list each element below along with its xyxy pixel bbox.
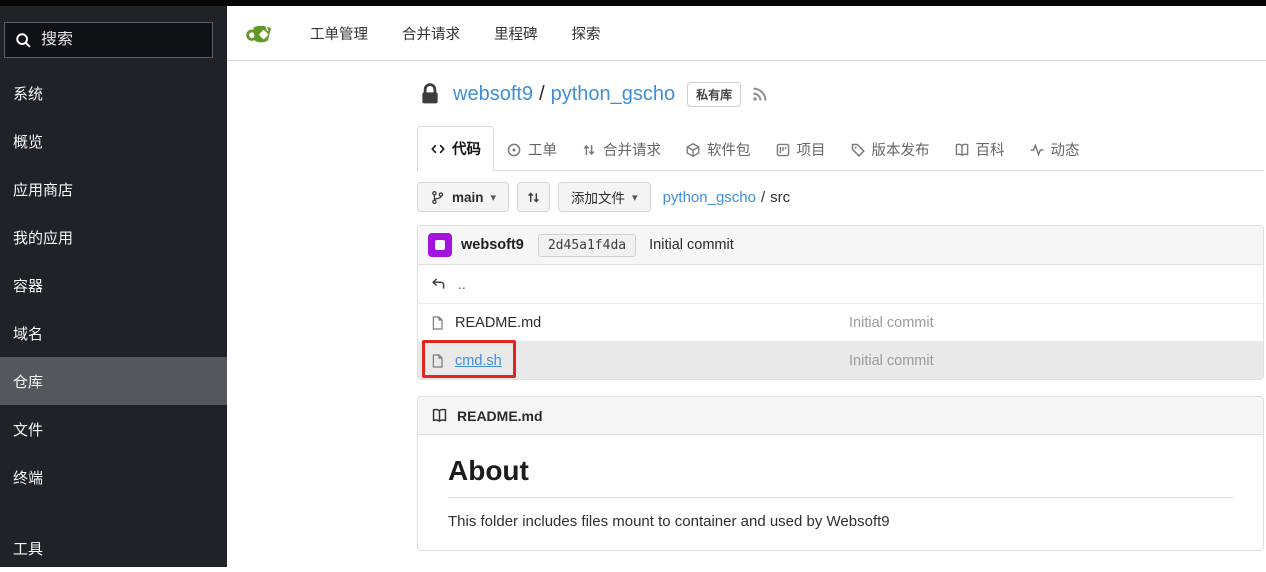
repo-title: websoft9 / python_gscho <box>453 83 675 106</box>
git-compare-icon <box>526 190 541 205</box>
pull-request-icon <box>581 142 597 158</box>
tab-packages[interactable]: 软件包 <box>673 128 763 171</box>
activity-icon <box>1029 142 1045 158</box>
chevron-down-icon: ▾ <box>632 191 638 204</box>
chevron-down-icon: ▾ <box>491 191 497 204</box>
parent-directory-row[interactable]: .. <box>418 265 1263 303</box>
sidebar-item-terminal[interactable]: 终端 <box>0 453 227 501</box>
repo-content: websoft9/python_gscho 私有库 代码 工单 合并请求 软 <box>417 78 1264 551</box>
sidebar-item-tools[interactable]: 工具 <box>0 524 227 572</box>
breadcrumb-repo-link[interactable]: python_gscho <box>663 189 756 206</box>
repo-owner-link[interactable]: websoft9 <box>453 83 533 105</box>
commit-author[interactable]: websoft9 <box>461 237 524 253</box>
latest-commit-row: websoft9 2d45a1f4da Initial commit <box>418 226 1263 265</box>
compare-button[interactable] <box>517 182 550 212</box>
search-icon <box>15 32 32 49</box>
repo-tabs: 代码 工单 合并请求 软件包 项目 版本发布 <box>417 126 1264 171</box>
breadcrumb: python_gscho/src <box>663 189 791 206</box>
sidebar-item-domains[interactable]: 域名 <box>0 309 227 357</box>
branch-selector-button[interactable]: main ▾ <box>417 182 509 212</box>
parent-directory-label[interactable]: .. <box>458 276 466 292</box>
tab-releases[interactable]: 版本发布 <box>838 128 942 171</box>
lock-icon <box>417 81 443 107</box>
git-branch-icon <box>430 190 445 205</box>
rss-icon[interactable] <box>751 85 769 103</box>
nav-issues-management[interactable]: 工单管理 <box>310 23 368 44</box>
branch-toolbar: main ▾ 添加文件 ▾ python_gscho/src <box>417 182 1264 212</box>
sidebar-item-files[interactable]: 文件 <box>0 405 227 453</box>
tab-pull-requests[interactable]: 合并请求 <box>569 128 673 171</box>
sidebar-item-repository[interactable]: 仓库 <box>0 357 227 405</box>
readme-header: README.md <box>418 397 1263 435</box>
commit-message[interactable]: Initial commit <box>649 237 734 253</box>
gitea-main-area: 工单管理 合并请求 里程碑 探索 websoft9 / python_gscho 私… <box>227 6 1266 567</box>
tag-icon <box>850 142 866 158</box>
private-repo-badge: 私有库 <box>687 82 741 107</box>
file-icon <box>430 315 445 331</box>
tab-wiki[interactable]: 百科 <box>942 128 1017 171</box>
search-input[interactable] <box>41 31 181 49</box>
book-icon <box>431 407 448 424</box>
breadcrumb-path: src <box>770 189 790 206</box>
tab-activity[interactable]: 动态 <box>1017 128 1092 171</box>
table-row[interactable]: README.md Initial commit <box>418 303 1263 341</box>
readme-panel: README.md About This folder includes fil… <box>417 396 1264 551</box>
gitea-logo-icon[interactable] <box>246 18 276 48</box>
go-up-icon <box>430 276 446 292</box>
repo-header: websoft9 / python_gscho 私有库 <box>417 78 1264 110</box>
sidebar-nav: 系统 概览 应用商店 我的应用 容器 域名 仓库 文件 终端 工具 <box>0 69 227 572</box>
nav-pull-requests[interactable]: 合并请求 <box>402 23 460 44</box>
sidebar-search-box[interactable] <box>4 22 213 58</box>
readme-paragraph: This folder includes files mount to cont… <box>448 513 1233 530</box>
file-icon <box>430 353 445 369</box>
readme-heading: About <box>448 455 1233 498</box>
avatar[interactable] <box>428 233 452 257</box>
tab-code[interactable]: 代码 <box>417 126 494 171</box>
sidebar-item-myapps[interactable]: 我的应用 <box>0 213 227 261</box>
add-file-button[interactable]: 添加文件 ▾ <box>558 182 651 212</box>
readme-body: About This folder includes files mount t… <box>418 435 1263 550</box>
code-icon <box>430 141 446 157</box>
project-board-icon <box>775 142 791 158</box>
nav-explore[interactable]: 探索 <box>572 23 601 44</box>
package-icon <box>685 142 701 158</box>
file-browser: websoft9 2d45a1f4da Initial commit .. RE… <box>417 225 1264 380</box>
file-commit-message[interactable]: Initial commit <box>849 353 934 369</box>
file-commit-message[interactable]: Initial commit <box>849 315 934 331</box>
repo-title-separator: / <box>539 83 545 105</box>
top-black-strip <box>0 0 1266 6</box>
sidebar-item-overview[interactable]: 概览 <box>0 117 227 165</box>
nav-milestones[interactable]: 里程碑 <box>494 23 538 44</box>
gitea-topnav: 工单管理 合并请求 里程碑 探索 <box>227 6 1266 61</box>
readme-filename: README.md <box>457 408 543 424</box>
sidebar-item-system[interactable]: 系统 <box>0 69 227 117</box>
issue-icon <box>506 142 522 158</box>
tab-issues[interactable]: 工单 <box>494 128 569 171</box>
sidebar-item-containers[interactable]: 容器 <box>0 261 227 309</box>
file-link-readme[interactable]: README.md <box>455 315 541 331</box>
book-icon <box>954 142 970 158</box>
sidebar-item-appstore[interactable]: 应用商店 <box>0 165 227 213</box>
tab-projects[interactable]: 项目 <box>763 128 838 171</box>
admin-sidebar: 系统 概览 应用商店 我的应用 容器 域名 仓库 文件 终端 工具 <box>0 6 227 567</box>
commit-sha-badge[interactable]: 2d45a1f4da <box>538 234 636 257</box>
repo-name-link[interactable]: python_gscho <box>551 83 676 105</box>
file-link-cmd-sh[interactable]: cmd.sh <box>455 353 502 369</box>
table-row[interactable]: cmd.sh Initial commit <box>418 341 1263 379</box>
